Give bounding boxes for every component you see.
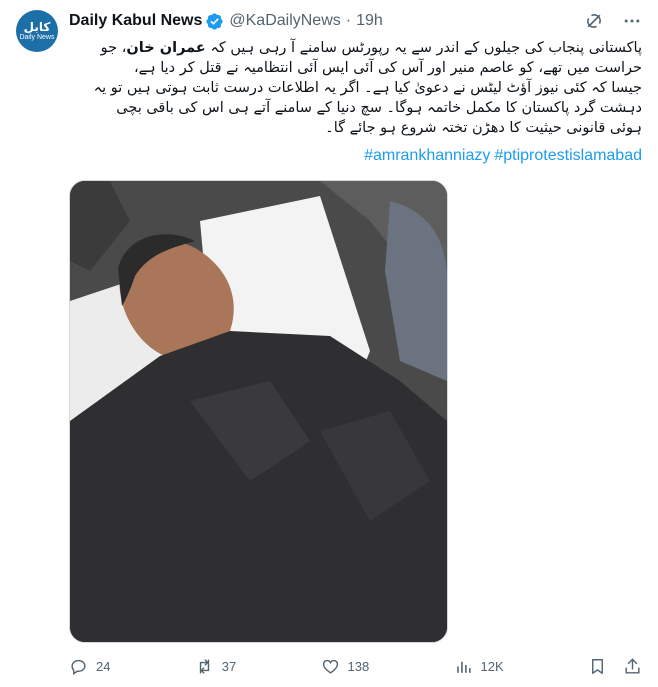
like-button[interactable]: 138: [321, 657, 370, 676]
hashtag-link[interactable]: #amrankhanniazy: [364, 147, 490, 164]
tweet-text-line: ہوئی قانونی حیثیت کا دھڑن تختہ شروع ہو ج…: [325, 120, 642, 136]
text-segment: پاکستانی پنجاب کی جیلوں کے اندر سے یہ رپ…: [205, 40, 642, 56]
avatar-logo-text: کابل: [23, 19, 51, 34]
bookmark-icon[interactable]: [588, 657, 607, 676]
retweet-count: 37: [221, 658, 237, 674]
hashtags: #amrankhanniazy #ptiprotestislamabad: [69, 145, 642, 167]
tweet-text-line: پاکستانی پنجاب کی جیلوں کے اندر سے یہ رپ…: [69, 38, 642, 58]
tweet-text-line: جیسا کہ کئی نیوز آؤٹ لیٹس نے دعویٰ کیا ہ…: [93, 80, 642, 96]
author-handle[interactable]: @KaDailyNews: [229, 12, 340, 30]
tweet-text-line: دہشت گرد پاکستان کا مکمل خاتمہ ہوگا۔ سچ …: [116, 100, 642, 116]
grok-icon[interactable]: [584, 11, 604, 31]
tweet-actions: 24 37 138 12K: [69, 654, 642, 678]
tweet-text-line: حراست میں تھے، کو عاصم منیر اور آس کی آئ…: [133, 60, 642, 76]
timestamp[interactable]: 19h: [356, 12, 383, 30]
more-icon[interactable]: [622, 11, 642, 31]
retweet-icon: [199, 658, 209, 674]
heart-icon: [322, 659, 338, 674]
verified-badge-icon: [206, 12, 223, 30]
separator-dot: ·: [345, 12, 352, 29]
reply-icon: [71, 659, 86, 675]
photo-illustration: [70, 181, 447, 642]
avatar-logo-subtext: Daily News: [19, 33, 55, 41]
avatar[interactable]: کابل Daily News: [16, 10, 58, 52]
tweet-media-image[interactable]: [69, 180, 448, 643]
share-icon[interactable]: [623, 657, 642, 676]
views-button[interactable]: 12K: [454, 657, 504, 676]
actions-right: [588, 657, 642, 676]
bold-name: عمران خان: [126, 40, 206, 56]
like-count: 138: [347, 658, 370, 674]
reply-button[interactable]: 24: [69, 657, 110, 676]
hashtag-link[interactable]: #ptiprotestislamabad: [494, 147, 642, 164]
retweet-button[interactable]: 37: [195, 657, 236, 676]
views-count: 12K: [480, 658, 504, 674]
tweet-text: پاکستانی پنجاب کی جیلوں کے اندر سے یہ رپ…: [69, 38, 642, 138]
views-icon: [456, 661, 471, 673]
tweet-header: Daily Kabul News @KaDailyNews · 19h: [69, 10, 642, 32]
reply-count: 24: [96, 658, 111, 674]
author-name[interactable]: Daily Kabul News: [69, 12, 202, 30]
text-segment: ، جو: [100, 40, 127, 56]
